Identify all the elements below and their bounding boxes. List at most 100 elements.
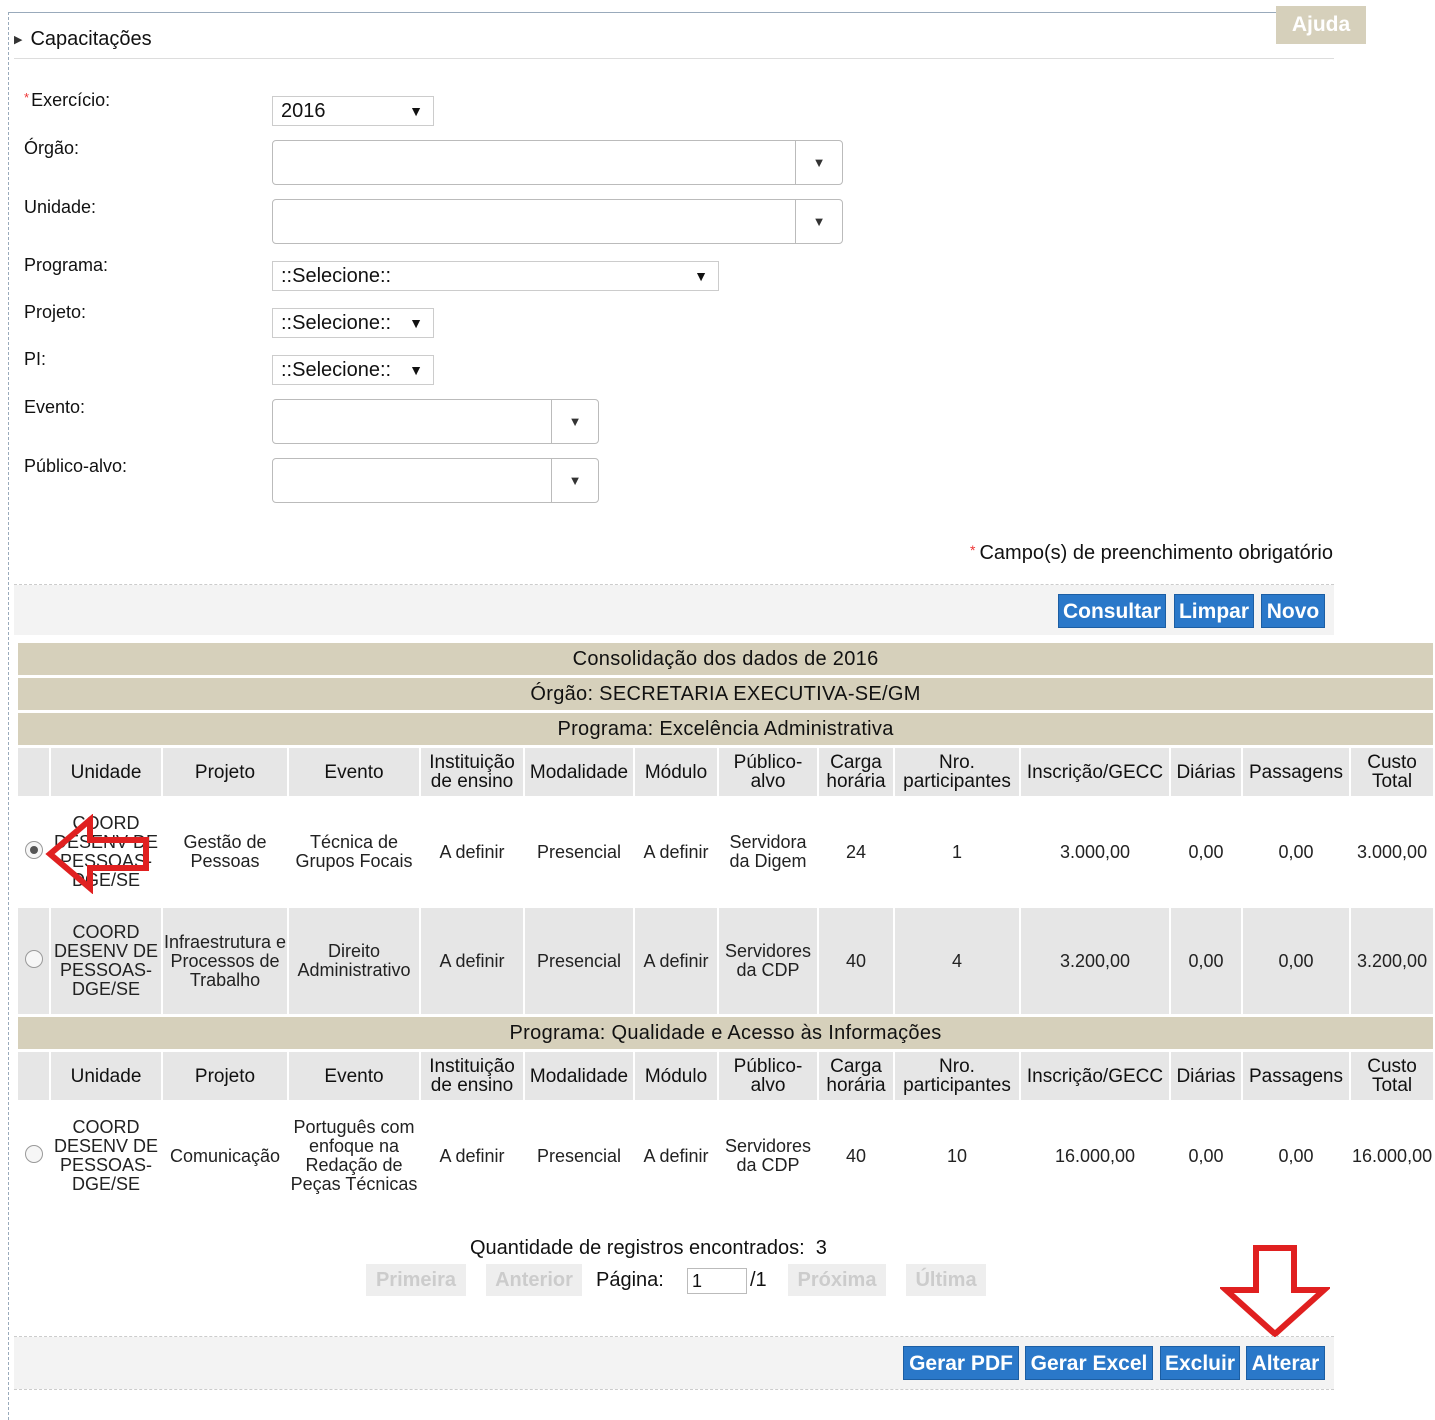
publico-alvo-cell: Servidora da Digem <box>719 799 819 905</box>
previous-page-button[interactable]: Anterior <box>486 1264 582 1296</box>
evento-combobox[interactable]: ▼ <box>272 399 599 444</box>
dropdown-arrow-icon: ▼ <box>694 268 708 284</box>
row-select-radio[interactable] <box>24 1145 43 1163</box>
programa-label: Programa: <box>24 255 109 275</box>
results-table: Consolidação dos dados de 2016 Órgão: SEC… <box>18 640 1435 1212</box>
orgao-band-text: Órgão: SECRETARIA EXECUTIVA-SE/GM <box>18 678 1435 710</box>
diarias-cell: 0,00 <box>1171 1103 1243 1209</box>
page-number-input[interactable]: 1 <box>687 1268 747 1294</box>
header-select-cell <box>18 748 51 796</box>
custo-total-cell: 3.000,00 <box>1351 799 1435 905</box>
orgao-combobox[interactable]: ▼ <box>272 140 843 185</box>
dropdown-arrow-icon: ▼ <box>409 315 423 331</box>
projeto-cell: Gestão de Pessoas <box>163 799 289 905</box>
expand-triangle-icon: ▶ <box>14 34 23 46</box>
caret-down-icon[interactable]: ▼ <box>551 459 598 502</box>
projeto-cell: Comunicação <box>163 1103 289 1209</box>
modulo-cell: A definir <box>635 908 719 1014</box>
alterar-button[interactable]: Alterar <box>1246 1346 1325 1380</box>
section-header[interactable]: ▶ Capacitações <box>14 28 152 51</box>
column-header: Nro. participantes <box>895 1052 1021 1100</box>
gerar-pdf-button[interactable]: Gerar PDF <box>903 1346 1019 1380</box>
dropdown-arrow-icon: ▼ <box>409 362 423 378</box>
carga-horaria-cell: 24 <box>819 799 895 905</box>
column-header: Inscrição/GECC <box>1021 748 1171 796</box>
column-header: Evento <box>289 1052 421 1100</box>
custo-total-cell: 3.200,00 <box>1351 908 1435 1014</box>
novo-button[interactable]: Novo <box>1261 594 1325 628</box>
column-header: Nro. participantes <box>895 748 1021 796</box>
participantes-cell: 4 <box>895 908 1021 1014</box>
exercicio-select[interactable]: 2016 ▼ <box>272 96 434 126</box>
column-header: Custo Total <box>1351 748 1435 796</box>
column-header: Projeto <box>163 1052 289 1100</box>
required-asterisk-icon: * <box>24 90 30 105</box>
programa-select[interactable]: ::Selecione:: ▼ <box>272 261 719 291</box>
carga-horaria-cell: 40 <box>819 908 895 1014</box>
column-header: Carga horária <box>819 748 895 796</box>
limpar-button[interactable]: Limpar <box>1174 594 1254 628</box>
column-header: Carga horária <box>819 1052 895 1100</box>
required-fields-note: * Campo(s) de preenchimento obrigatório <box>970 542 1333 564</box>
header-divider <box>14 58 1334 59</box>
pi-select[interactable]: ::Selecione:: ▼ <box>272 355 434 385</box>
evento-cell: Técnica de Grupos Focais <box>289 799 421 905</box>
column-header-row: Unidade Projeto Evento Instituição de ensin… <box>18 1052 1435 1100</box>
column-header: Diárias <box>1171 748 1243 796</box>
table-row[interactable]: COORD DESENV DE PESSOAS-DGE/SE Comunicaçã… <box>18 1103 1435 1209</box>
next-page-button[interactable]: Próxima <box>788 1264 886 1296</box>
participantes-cell: 10 <box>895 1103 1021 1209</box>
column-header: Passagens <box>1243 748 1351 796</box>
diarias-cell: 0,00 <box>1171 908 1243 1014</box>
evento-label: Evento: <box>24 397 86 417</box>
diarias-cell: 0,00 <box>1171 799 1243 905</box>
column-header: Modalidade <box>525 1052 635 1100</box>
row-select-radio[interactable] <box>24 950 43 968</box>
modalidade-cell: Presencial <box>525 1103 635 1209</box>
consultar-button[interactable]: Consultar <box>1058 594 1166 628</box>
orgao-band: Órgão: SECRETARIA EXECUTIVA-SE/GM <box>18 678 1435 710</box>
table-row[interactable]: COORD DESENV DE PESSOAS-DGE/SE Gestão de … <box>18 799 1435 905</box>
publico-alvo-cell: Servidores da CDP <box>719 908 819 1014</box>
modulo-cell: A definir <box>635 1103 719 1209</box>
section-title: Capacitações <box>30 28 152 50</box>
column-header: Público-alvo <box>719 1052 819 1100</box>
left-frame-border <box>8 12 9 1420</box>
instituicao-cell: A definir <box>421 908 525 1014</box>
column-header: Instituição de ensino <box>421 748 525 796</box>
caret-down-icon[interactable]: ▼ <box>795 200 842 243</box>
header-select-cell <box>18 1052 51 1100</box>
page-total: /1 <box>750 1269 767 1291</box>
publico-alvo-combobox[interactable]: ▼ <box>272 458 599 503</box>
inscricao-cell: 3.000,00 <box>1021 799 1171 905</box>
column-header: Diárias <box>1171 1052 1243 1100</box>
column-header: Módulo <box>635 1052 719 1100</box>
passagens-cell: 0,00 <box>1243 799 1351 905</box>
projeto-select[interactable]: ::Selecione:: ▼ <box>272 308 434 338</box>
help-button[interactable]: Ajuda <box>1276 6 1366 44</box>
evento-cell: Português com enfoque na Redação de Peça… <box>289 1103 421 1209</box>
row-select-radio[interactable] <box>24 841 43 859</box>
unidade-cell: COORD DESENV DE PESSOAS-DGE/SE <box>51 1103 163 1209</box>
column-header: Público-alvo <box>719 748 819 796</box>
participantes-cell: 1 <box>895 799 1021 905</box>
custo-total-cell: 16.000,00 <box>1351 1103 1435 1209</box>
records-count-text: Quantidade de registros encontrados: 3 <box>470 1237 827 1259</box>
caret-down-icon[interactable]: ▼ <box>551 400 598 443</box>
projeto-label: Projeto: <box>24 302 87 322</box>
first-page-button[interactable]: Primeira <box>366 1264 466 1296</box>
publico-alvo-cell: Servidores da CDP <box>719 1103 819 1209</box>
left-arrow-annotation-icon <box>45 814 149 894</box>
top-frame-border <box>8 12 1278 13</box>
gerar-excel-button[interactable]: Gerar Excel <box>1025 1346 1153 1380</box>
caret-down-icon[interactable]: ▼ <box>795 141 842 184</box>
row-select-cell <box>18 908 51 1014</box>
publico-alvo-label: Público-alvo: <box>24 456 128 476</box>
excluir-button[interactable]: Excluir <box>1160 1346 1240 1380</box>
unidade-combobox[interactable]: ▼ <box>272 199 843 244</box>
page-label: Página: <box>596 1269 664 1291</box>
table-row[interactable]: COORD DESENV DE PESSOAS-DGE/SE Infraestru… <box>18 908 1435 1014</box>
last-page-button[interactable]: Última <box>906 1264 986 1296</box>
column-header: Unidade <box>51 1052 163 1100</box>
column-header: Projeto <box>163 748 289 796</box>
